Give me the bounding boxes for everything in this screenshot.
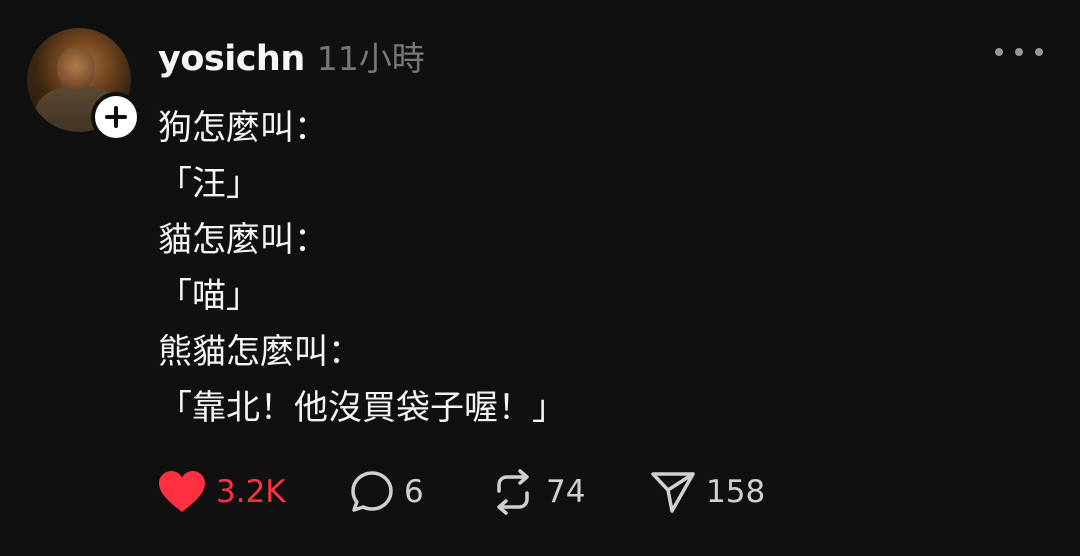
like-count: 3.2K xyxy=(216,474,286,510)
more-dot-icon xyxy=(1035,48,1043,56)
reply-count: 6 xyxy=(404,474,424,510)
post-text-line: 「喵」 xyxy=(158,276,260,316)
send-icon xyxy=(651,472,695,513)
post-text: 狗怎麼叫： 「汪」 貓怎麼叫： 「喵」 熊貓怎麼叫： 「靠北！他沒買袋子喔！」 xyxy=(158,100,566,436)
post-text-line: 「靠北！他沒買袋子喔！」 xyxy=(158,388,566,428)
more-options-button[interactable] xyxy=(995,40,1043,64)
reply-button[interactable]: 6 xyxy=(350,466,424,518)
avatar-container xyxy=(27,28,141,142)
repost-button[interactable]: 74 xyxy=(490,466,585,518)
repost-icon xyxy=(497,469,529,515)
like-button[interactable]: 3.2K xyxy=(158,466,286,518)
post-text-line: 貓怎麼叫： xyxy=(158,220,328,260)
post-text-line: 熊貓怎麼叫： xyxy=(158,332,362,372)
share-count: 158 xyxy=(706,474,766,510)
more-dot-icon xyxy=(995,48,1003,56)
avatar-figure-head xyxy=(57,46,95,90)
timestamp: 11小時 xyxy=(316,39,425,78)
plus-icon xyxy=(95,96,137,138)
post-text-line: 狗怎麼叫： xyxy=(158,108,328,148)
share-button[interactable]: 158 xyxy=(650,466,765,518)
repost-count: 74 xyxy=(546,474,586,510)
username[interactable]: yosichn xyxy=(158,39,305,79)
follow-button[interactable] xyxy=(91,92,141,142)
more-dot-icon xyxy=(1015,48,1023,56)
thread-post: yosichn 11小時 狗怎麼叫： 「汪」 貓怎麼叫： 「喵」 熊貓怎麼叫： … xyxy=(0,0,1080,556)
post-header: yosichn 11小時 xyxy=(158,32,425,80)
comment-icon xyxy=(351,471,393,512)
heart-icon xyxy=(159,471,205,512)
post-text-line: 「汪」 xyxy=(158,164,260,204)
